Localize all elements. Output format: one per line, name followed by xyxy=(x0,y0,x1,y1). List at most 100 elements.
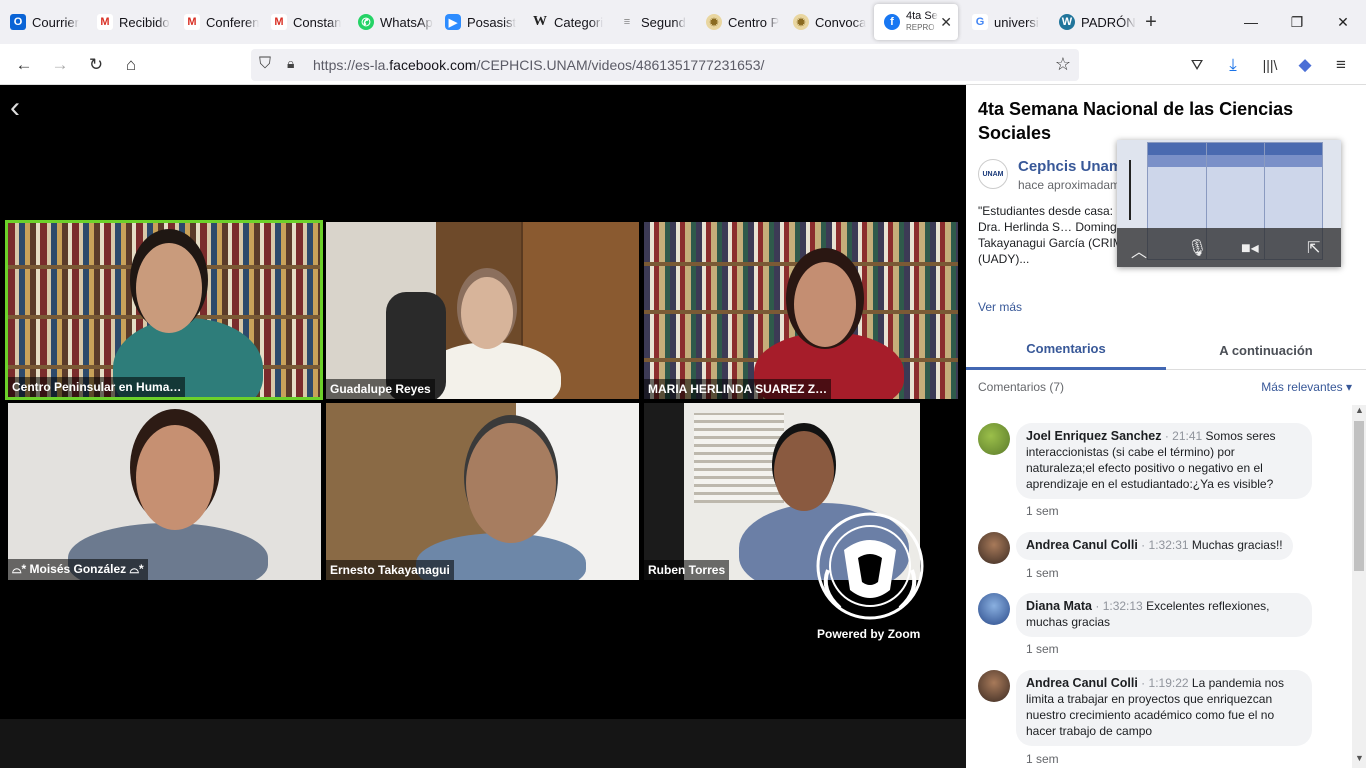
participant-tile[interactable]: Ernesto Takayanagui xyxy=(326,403,639,580)
unam-seal-logo xyxy=(814,510,926,622)
zoom-icon: ▶ xyxy=(445,14,461,30)
shield-icon[interactable]: ⛉ xyxy=(259,55,271,73)
gmail-icon: M xyxy=(97,14,113,30)
home-icon[interactable]: ⌂ xyxy=(118,52,144,78)
see-more-link[interactable]: Ver más xyxy=(978,300,1022,314)
url-text[interactable]: https://es-la.facebook.com/CEPHCIS.UNAM/… xyxy=(313,57,764,73)
comment-age[interactable]: 1 sem xyxy=(1026,504,1059,518)
participant-tile[interactable]: Centro Peninsular en Huma… xyxy=(5,220,323,400)
comment-age[interactable]: 1 sem xyxy=(1026,642,1059,656)
camera-icon[interactable]: ■◂ xyxy=(1241,238,1259,258)
sort-dropdown[interactable]: Más relevantes ▾ xyxy=(1261,380,1352,394)
address-bar[interactable]: ⛉ 🔒︎ https://es-la.facebook.com/CEPHCIS.… xyxy=(251,49,1079,81)
back-chevron-icon[interactable]: ‹ xyxy=(10,93,20,123)
lock-icon[interactable]: 🔒︎ xyxy=(287,55,294,72)
tab-comments[interactable]: Comentarios xyxy=(966,330,1166,370)
document-icon: ≡ xyxy=(623,16,631,28)
video-control-area xyxy=(0,719,966,768)
close-tab-icon[interactable]: ✕ xyxy=(940,14,952,31)
browser-tab[interactable]: M Constan xyxy=(261,4,348,40)
scrollbar-thumb[interactable] xyxy=(1354,421,1364,571)
avatar[interactable] xyxy=(978,593,1010,625)
comment-author[interactable]: Andrea Canul Colli xyxy=(1026,538,1138,552)
browser-tab[interactable]: O Courrier xyxy=(0,4,87,40)
comment-timecode[interactable]: · 1:32:13 xyxy=(1095,599,1142,613)
comment-count: Comentarios (7) xyxy=(978,380,1065,394)
browser-tab[interactable]: ✆ WhatsAp xyxy=(348,4,435,40)
browser-tab[interactable]: M Conferen xyxy=(174,4,261,40)
participant-tile[interactable]: ⌓* Moisés González ⌓* xyxy=(8,403,321,580)
participant-name: ⌓* Moisés González ⌓* xyxy=(8,559,148,580)
browser-tab[interactable]: ≡ Segund xyxy=(609,4,696,40)
active-tab-title: 4ta Se xyxy=(906,10,938,22)
google-icon: G xyxy=(972,14,988,30)
browser-tab[interactable]: Guniversi xyxy=(962,4,1049,40)
browser-tab[interactable]: M Recibido xyxy=(87,4,174,40)
participant-tile[interactable]: MARIA HERLINDA SUAREZ Z… xyxy=(644,222,958,399)
expand-icon[interactable]: ⇱ xyxy=(1307,238,1320,258)
participant-tile[interactable]: Guadalupe Reyes xyxy=(326,222,639,399)
reload-icon[interactable]: ↻ xyxy=(83,52,109,78)
whatsapp-icon: ✆ xyxy=(358,14,374,30)
library-icon[interactable]: |||\ xyxy=(1257,52,1283,78)
comment-text: Muchas gracias!! xyxy=(1191,538,1283,552)
maximize-icon[interactable]: ❐ xyxy=(1274,0,1320,44)
extension-icon[interactable]: ◆ xyxy=(1292,52,1318,78)
video-title: 4ta Semana Nacional de las Ciencias Soci… xyxy=(978,99,1294,143)
avatar[interactable] xyxy=(978,423,1010,455)
post-timestamp[interactable]: hace aproximadam xyxy=(1018,178,1120,192)
seal-icon: ✹ xyxy=(706,14,722,30)
page-name-link[interactable]: Cephcis Unam xyxy=(1018,158,1122,175)
participant-name: Guadalupe Reyes xyxy=(326,379,435,399)
chevron-up-icon[interactable]: ︿ xyxy=(1131,238,1147,262)
browser-tab[interactable]: ✹ Convoca xyxy=(783,4,870,40)
scroll-down-icon[interactable]: ▼ xyxy=(1355,753,1364,763)
tab-next-videos[interactable]: A continuación xyxy=(1166,330,1366,370)
comment-author[interactable]: Diana Mata xyxy=(1026,599,1092,613)
participant-name: Centro Peninsular en Huma… xyxy=(8,377,186,397)
participant-name: MARIA HERLINDA SUAREZ Z… xyxy=(644,379,832,399)
menu-icon[interactable]: ≡ xyxy=(1328,52,1354,78)
browser-tab[interactable]: W PADRÓN xyxy=(1049,4,1136,40)
gmail-icon: M xyxy=(184,14,200,30)
outlook-icon: O xyxy=(10,14,26,30)
browser-tab[interactable]: ✹ Centro P xyxy=(696,4,783,40)
wordpress-icon: W xyxy=(1059,14,1075,30)
minimize-icon[interactable]: — xyxy=(1228,0,1274,44)
comment-timecode[interactable]: · 1:19:22 xyxy=(1141,676,1188,690)
avatar[interactable] xyxy=(978,532,1010,564)
scroll-up-icon[interactable]: ▲ xyxy=(1355,405,1364,415)
comment-timecode[interactable]: · 21:41 xyxy=(1165,429,1202,443)
pocket-icon[interactable]: ⛛ xyxy=(1184,52,1210,78)
facebook-icon: f xyxy=(884,14,900,30)
comment-author[interactable]: Andrea Canul Colli xyxy=(1026,676,1138,690)
browser-tab[interactable]: ▶ Posasist xyxy=(435,4,522,40)
participant-name: Ernesto Takayanagui xyxy=(326,560,454,580)
comment-age[interactable]: 1 sem xyxy=(1026,566,1059,580)
mute-mic-icon[interactable]: 🎙︎ xyxy=(1187,238,1207,258)
bookmark-star-icon[interactable]: ☆ xyxy=(1055,54,1071,75)
browser-tab-strip: O Courrier M Recibido M Conferen M Constan ✆… xyxy=(0,0,1366,44)
close-window-icon[interactable]: ✕ xyxy=(1320,0,1366,44)
comment-timecode[interactable]: · 1:32:31 xyxy=(1141,538,1188,552)
forward-arrow-icon[interactable]: → xyxy=(47,52,73,78)
participant-name: Ruben Torres xyxy=(644,560,730,580)
gmail-icon: M xyxy=(271,14,287,30)
wikipedia-icon: W xyxy=(533,14,547,29)
back-arrow-icon[interactable]: ← xyxy=(11,52,37,78)
seal-icon: ✹ xyxy=(793,14,809,30)
picture-in-picture-player[interactable]: ︿ 🎙︎ ■◂ ⇱ xyxy=(1117,140,1341,267)
comment-author[interactable]: Joel Enriquez Sanchez xyxy=(1026,429,1161,443)
panel-tabs: Comentarios A continuación xyxy=(966,330,1366,370)
new-tab-button[interactable]: + xyxy=(1136,11,1166,34)
comment-age[interactable]: 1 sem xyxy=(1026,752,1059,766)
download-icon[interactable]: ⤓ xyxy=(1220,52,1246,78)
browser-tab[interactable]: W Categori xyxy=(522,4,609,40)
page-avatar[interactable]: UNAM xyxy=(978,159,1008,189)
pip-arrow xyxy=(1129,160,1131,220)
browser-tab-active[interactable]: f 4ta Se REPRO ✕ xyxy=(874,4,958,40)
powered-by-zoom: Powered by Zoom xyxy=(817,627,921,641)
active-tab-subtitle: REPRO xyxy=(906,23,935,32)
video-player[interactable]: ‹ Centro Peninsular en Huma… Guadalupe R… xyxy=(0,85,966,768)
avatar[interactable] xyxy=(978,670,1010,702)
